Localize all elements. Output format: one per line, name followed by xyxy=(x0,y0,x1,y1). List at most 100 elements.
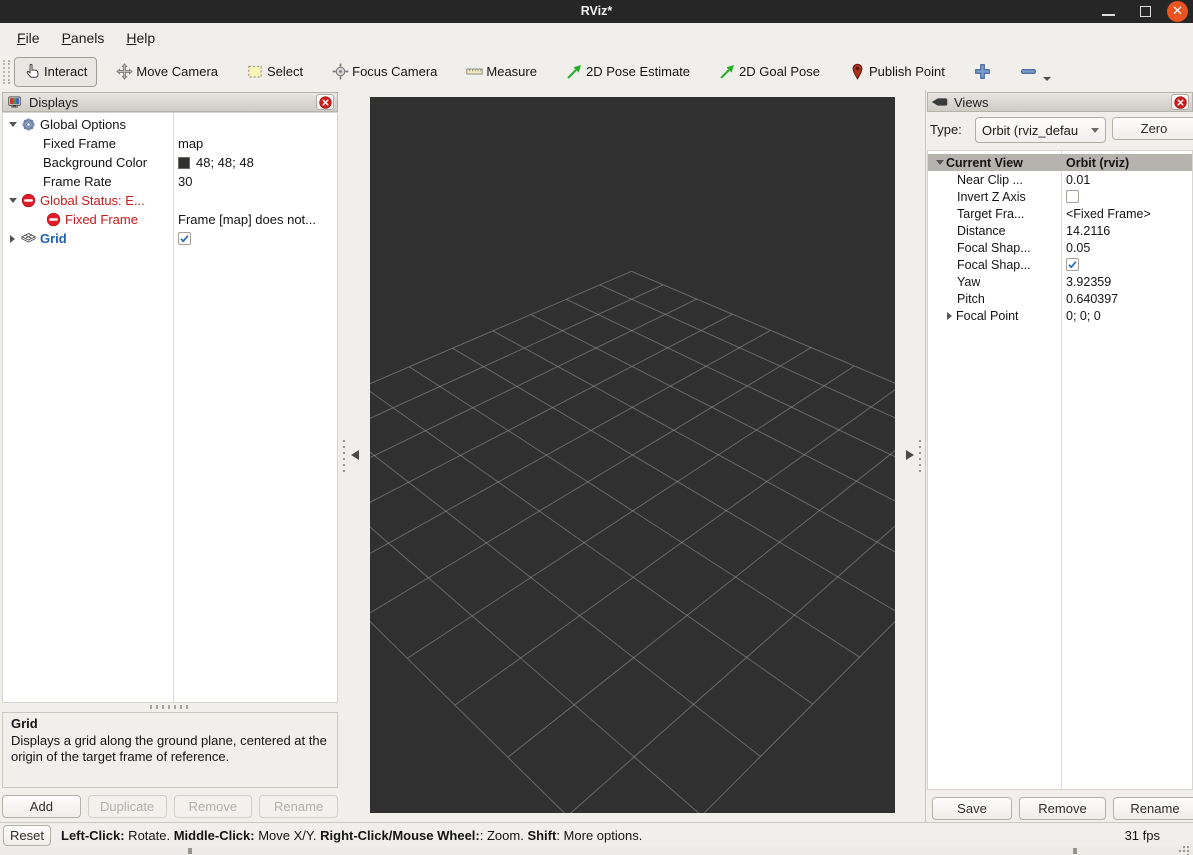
tool-move-camera[interactable]: Move Camera xyxy=(106,57,228,87)
property-value: 0.640397 xyxy=(1066,292,1118,306)
property-label: Pitch xyxy=(957,292,985,306)
focus-icon xyxy=(332,63,349,80)
tool-add-tool[interactable] xyxy=(964,57,1001,87)
expand-arrow-icon[interactable] xyxy=(6,235,19,243)
collapse-arrow-icon[interactable] xyxy=(6,198,19,203)
left-splitter-dots[interactable] xyxy=(343,440,345,476)
toolbar-grip-handle[interactable] xyxy=(3,60,10,84)
rename-button[interactable]: Rename xyxy=(1113,797,1193,820)
collapse-left-arrow-icon[interactable] xyxy=(351,450,359,460)
property-value: 30 xyxy=(178,174,192,189)
display-row-fixed-frame[interactable]: Fixed Framemap xyxy=(3,134,337,153)
view-row-current-view[interactable]: Current ViewOrbit (rviz) xyxy=(928,154,1192,171)
collapse-right-arrow-icon[interactable] xyxy=(906,450,914,460)
type-label: Type: xyxy=(930,122,962,137)
view-row-focal-shap[interactable]: Focal Shap...0.05 xyxy=(928,239,1192,256)
color-swatch[interactable] xyxy=(178,157,190,169)
property-value: Frame [map] does not... xyxy=(178,212,316,227)
window-resize-grip[interactable] xyxy=(1179,850,1181,852)
display-row-frame-rate[interactable]: Frame Rate30 xyxy=(3,172,337,191)
display-row-global-options[interactable]: Global Options xyxy=(3,115,337,134)
gear-icon xyxy=(21,117,36,132)
minimize-button[interactable] xyxy=(1102,14,1115,16)
description-text: Displays a grid along the ground plane, … xyxy=(11,733,329,766)
tool-label: Interact xyxy=(44,64,87,79)
tool-2d-pose-estimate[interactable]: 2D Pose Estimate xyxy=(556,57,700,87)
tool-measure[interactable]: Measure xyxy=(456,57,547,87)
chevron-down-icon[interactable] xyxy=(1043,77,1051,81)
plus-icon xyxy=(974,63,991,80)
tool-label: Publish Point xyxy=(869,64,945,79)
property-label: Invert Z Axis xyxy=(957,190,1026,204)
right-splitter-dots[interactable] xyxy=(919,440,921,476)
add-button[interactable]: Add xyxy=(2,795,81,818)
error-icon xyxy=(46,212,61,227)
tool-publish-point[interactable]: Publish Point xyxy=(839,57,955,87)
monitor-icon xyxy=(6,95,23,109)
views-close-button[interactable] xyxy=(1171,94,1189,110)
save-button[interactable]: Save xyxy=(932,797,1012,820)
mouse-hint-text: Left-Click: Rotate. Middle-Click: Move X… xyxy=(61,828,642,843)
menu-item-help[interactable]: Help xyxy=(117,26,164,50)
displays-splitter-handle[interactable] xyxy=(150,705,190,709)
view-row-yaw[interactable]: Yaw3.92359 xyxy=(928,273,1192,290)
collapse-arrow-icon[interactable] xyxy=(933,160,946,165)
maximize-button[interactable] xyxy=(1140,6,1151,17)
display-row-global-status-e[interactable]: Global Status: E... xyxy=(3,191,337,210)
zero-button[interactable]: Zero xyxy=(1112,117,1193,140)
toolbar: Interact Move Camera Select Focus Camera Mea… xyxy=(0,53,1193,90)
select-box-icon xyxy=(247,63,264,80)
view-row-pitch[interactable]: Pitch 0.640397 xyxy=(928,290,1192,307)
expand-arrow-icon[interactable] xyxy=(943,312,956,320)
move-icon xyxy=(116,63,133,80)
tool-select[interactable]: Select xyxy=(237,57,313,87)
property-label: Global Status: E... xyxy=(40,193,145,208)
view-row-focal-shap[interactable]: Focal Shap... xyxy=(928,256,1192,273)
close-button[interactable]: ✕ xyxy=(1167,1,1188,22)
property-value: Orbit (rviz) xyxy=(1066,156,1129,170)
reset-button[interactable]: Reset xyxy=(3,825,51,846)
property-label: Global Options xyxy=(40,117,126,132)
display-row-grid[interactable]: Grid xyxy=(3,229,337,248)
ground-grid xyxy=(370,97,895,813)
view-row-invert-z-axis[interactable]: Invert Z Axis xyxy=(928,188,1192,205)
3d-viewport[interactable] xyxy=(370,97,895,813)
tool-remove-tool[interactable] xyxy=(1010,57,1061,87)
property-label: Background Color xyxy=(43,155,147,170)
property-label: Focal Shap... xyxy=(957,241,1031,255)
remove-button: Remove xyxy=(174,795,253,818)
displays-close-button[interactable] xyxy=(316,94,334,110)
view-type-dropdown[interactable]: Orbit (rviz_defau xyxy=(975,117,1106,143)
property-label: Focal Point xyxy=(956,309,1019,323)
splitter-tick-right[interactable] xyxy=(1073,848,1077,854)
property-label: Distance xyxy=(957,224,1006,238)
display-row-fixed-frame[interactable]: Fixed FrameFrame [map] does not... xyxy=(3,210,337,229)
tool-2d-goal-pose[interactable]: 2D Goal Pose xyxy=(709,57,830,87)
menubar: FilePanelsHelp xyxy=(0,23,1193,53)
view-row-near-clip[interactable]: Near Clip ...0.01 xyxy=(928,171,1192,188)
tool-label: 2D Goal Pose xyxy=(739,64,820,79)
splitter-tick-left[interactable] xyxy=(188,848,192,854)
checkbox-unchecked[interactable] xyxy=(1066,190,1079,203)
view-row-target-fra[interactable]: Target Fra...<Fixed Frame> xyxy=(928,205,1192,222)
view-row-focal-point[interactable]: Focal Point0; 0; 0 xyxy=(928,307,1192,324)
green-arrow-icon xyxy=(719,63,736,80)
tool-label: Focus Camera xyxy=(352,64,437,79)
remove-button[interactable]: Remove xyxy=(1019,797,1106,820)
menu-item-panels[interactable]: Panels xyxy=(53,26,114,50)
property-value: 0.01 xyxy=(1066,173,1090,187)
checkbox-checked[interactable] xyxy=(1066,258,1079,271)
checkbox-checked[interactable] xyxy=(178,232,191,245)
display-description-box: Grid Displays a grid along the ground pl… xyxy=(2,712,338,788)
rename-button: Rename xyxy=(259,795,338,818)
tool-focus-camera[interactable]: Focus Camera xyxy=(322,57,447,87)
tool-label: Measure xyxy=(486,64,537,79)
tool-interact[interactable]: Interact xyxy=(14,57,97,87)
property-label: Fixed Frame xyxy=(43,136,116,151)
displays-panel-header: Displays xyxy=(2,92,338,112)
menu-item-file[interactable]: File xyxy=(8,26,49,50)
collapse-arrow-icon[interactable] xyxy=(6,122,19,127)
view-row-distance[interactable]: Distance14.2116 xyxy=(928,222,1192,239)
display-row-background-color[interactable]: Background Color48; 48; 48 xyxy=(3,153,337,172)
titlebar: RViz* ✕ xyxy=(0,0,1193,23)
